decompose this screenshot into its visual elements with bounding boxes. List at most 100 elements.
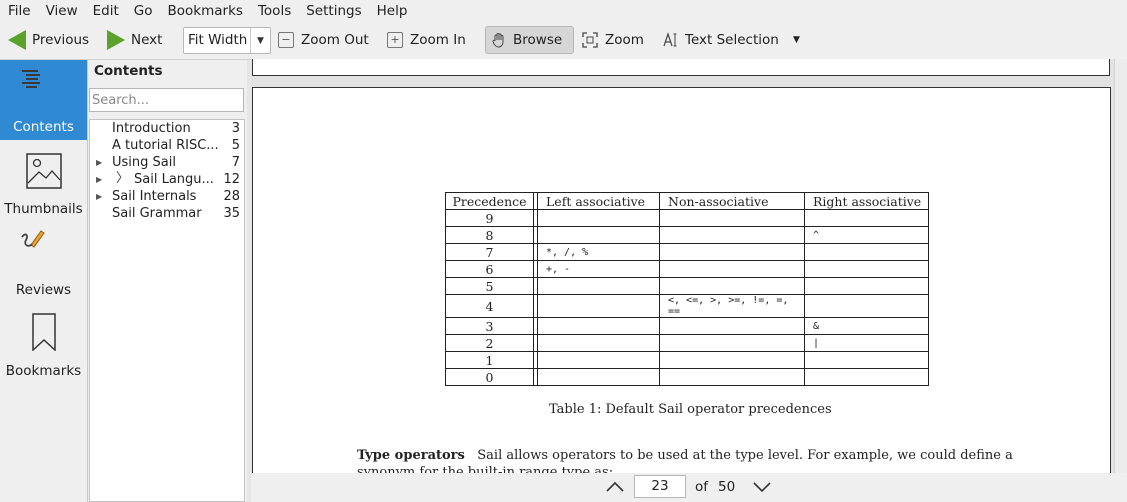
expand-arrow-icon[interactable]: ▶	[96, 154, 102, 171]
table-row: 4 <, <=, >, >=, !=, =, ==	[445, 294, 929, 318]
toc-item-sail-internals[interactable]: ▶ Sail Internals 28	[90, 188, 244, 205]
table-cell	[659, 277, 805, 295]
table-header: Left associative	[537, 192, 660, 210]
expand-arrow-icon[interactable]: ▶	[96, 171, 102, 188]
table-cell	[804, 368, 929, 386]
zoom-in-button[interactable]: + Zoom In	[387, 26, 466, 54]
vertical-scrollbar[interactable]	[1114, 59, 1127, 473]
toc-item-sail-grammar[interactable]: Sail Grammar 35	[90, 205, 244, 222]
menu-bookmarks[interactable]: Bookmarks	[160, 0, 250, 21]
page-navigation-bar: 23 of 50	[251, 473, 1127, 502]
toc-item-label: Sail Langu...	[134, 172, 214, 187]
toc-item-using-sail[interactable]: ▶ Using Sail 7	[90, 154, 244, 171]
search-input[interactable]: Search...	[89, 88, 244, 112]
table-cell: 2	[445, 334, 534, 352]
table-cell	[659, 226, 805, 244]
sidebar-label-bookmarks: Bookmarks	[5, 363, 82, 379]
table-cell	[804, 243, 929, 261]
table-cell	[659, 334, 805, 352]
toc-item-sail-language[interactable]: ▶ 〉 Sail Langu... 12	[90, 171, 244, 188]
chevron-up-icon[interactable]	[606, 481, 624, 493]
table-header-row: Precedence Left associative Non-associat…	[445, 192, 929, 210]
toc-item-page: 12	[223, 172, 240, 187]
menu-go[interactable]: Go	[126, 0, 160, 21]
total-pages: 50	[718, 479, 736, 495]
table-cell	[537, 334, 660, 352]
table-cell	[537, 317, 660, 335]
toc-item-tutorial-risc[interactable]: A tutorial RISC... 5	[90, 137, 244, 154]
document-view[interactable]: Precedence Left associative Non-associat…	[251, 59, 1127, 473]
thumbnails-icon	[26, 153, 62, 189]
table-cell	[804, 260, 929, 278]
toc-item-label: Introduction	[112, 121, 191, 136]
browse-label: Browse	[513, 32, 563, 48]
table-cell: ^	[804, 226, 929, 244]
document-page: Precedence Left associative Non-associat…	[252, 87, 1111, 473]
next-label: Next	[131, 32, 163, 48]
chevron-down-icon[interactable]: ▼	[250, 28, 270, 53]
table-cell: 5	[445, 277, 534, 295]
minus-icon: −	[278, 32, 294, 48]
menu-settings[interactable]: Settings	[298, 0, 368, 21]
menu-edit[interactable]: Edit	[85, 0, 126, 21]
zoom-select-value: Fit Width	[188, 32, 248, 48]
toolbar: Previous Next Fit Width ▼ − Zoom Out + Z…	[0, 21, 1127, 60]
expand-arrow-icon[interactable]: ▶	[96, 188, 102, 205]
toc-item-label: Sail Grammar	[112, 206, 202, 221]
table-cell: |	[804, 334, 929, 352]
table-cell: *, /, %	[537, 243, 660, 261]
table-row: 5	[445, 277, 929, 295]
menu-tools[interactable]: Tools	[250, 0, 298, 21]
zoom-tool-label: Zoom	[605, 32, 644, 48]
menu-file[interactable]: File	[0, 0, 38, 21]
sidebar-item-reviews[interactable]: Reviews	[0, 220, 87, 300]
table-header: Right associative	[804, 192, 929, 210]
table-row: 8 ^	[445, 226, 929, 244]
next-button[interactable]: Next	[107, 26, 162, 54]
table-row: 1	[445, 351, 929, 369]
table-row: 3 &	[445, 317, 929, 335]
table-cell: 3	[445, 317, 534, 335]
previous-button[interactable]: Previous	[8, 26, 89, 54]
zoom-out-label: Zoom Out	[301, 32, 369, 48]
toc-item-page: 7	[231, 155, 240, 170]
page-number-input[interactable]: 23	[634, 475, 686, 498]
toolbar-overflow-chevron-icon[interactable]: ▼	[793, 26, 800, 54]
toc-item-page: 3	[231, 121, 240, 136]
table-cell	[804, 294, 929, 318]
browse-button[interactable]: Browse	[491, 26, 562, 54]
chevron-down-icon[interactable]	[753, 481, 771, 493]
text-selection-button[interactable]: Text Selection	[663, 26, 779, 54]
contents-panel-title: Contents	[94, 63, 163, 79]
zoom-select[interactable]: Fit Width ▼	[183, 27, 271, 54]
table-caption: Table 1: Default Sail operator precedenc…	[549, 402, 832, 417]
table-cell: <, <=, >, >=, !=, =, ==	[659, 294, 805, 318]
precedence-table: Precedence Left associative Non-associat…	[445, 192, 929, 386]
table-row: 6 +, -	[445, 260, 929, 278]
arrow-right-icon	[107, 30, 125, 50]
sidebar-label-reviews: Reviews	[15, 282, 72, 298]
table-cell	[659, 243, 805, 261]
toc-item-label: Using Sail	[112, 155, 176, 170]
zoom-tool-button[interactable]: Zoom	[582, 26, 644, 54]
paragraph-heading: Type operators	[357, 448, 465, 463]
table-cell	[659, 209, 805, 227]
table-cell	[804, 209, 929, 227]
table-cell	[537, 226, 660, 244]
table-row: 2 |	[445, 334, 929, 352]
menu-view[interactable]: View	[38, 0, 85, 21]
sidebar-item-thumbnails[interactable]: Thumbnails	[0, 140, 87, 220]
toc-item-label: A tutorial RISC...	[112, 138, 219, 153]
toc-item-label: Sail Internals	[112, 189, 197, 204]
sidebar-item-contents[interactable]: Contents	[0, 60, 87, 140]
toc-item-introduction[interactable]: Introduction 3	[90, 120, 244, 137]
menu-help[interactable]: Help	[369, 0, 415, 21]
toc-item-page: 35	[223, 206, 240, 221]
table-cell	[537, 368, 660, 386]
toc-item-page: 28	[223, 189, 240, 204]
table-cell	[537, 294, 660, 318]
sidebar-item-bookmarks[interactable]: Bookmarks	[0, 300, 87, 380]
zoom-out-button[interactable]: − Zoom Out	[278, 26, 369, 54]
toc-item-page: 5	[231, 138, 240, 153]
text-cursor-icon	[663, 32, 677, 47]
